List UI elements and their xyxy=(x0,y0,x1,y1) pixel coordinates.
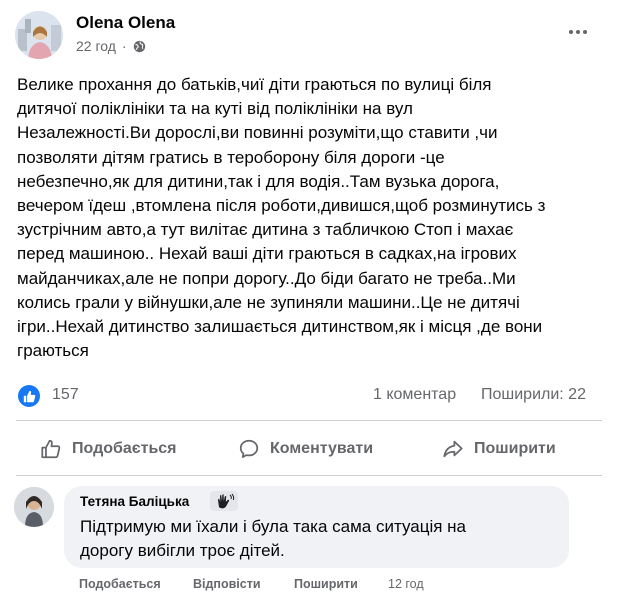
comment-author-name[interactable]: Тетяна Баліцька xyxy=(80,494,189,509)
post-text-line: майданчиках,але не попри дорогу..До біди… xyxy=(17,268,516,288)
post-text-line: Велике прохання до батьків,чиї діти граю… xyxy=(17,75,492,94)
share-button[interactable]: Поширити xyxy=(442,432,556,466)
comment-like-link[interactable]: Подобається xyxy=(79,577,161,591)
shares-count[interactable]: Поширили: 22 xyxy=(481,386,586,404)
more-options-button[interactable] xyxy=(562,22,594,42)
author-avatar[interactable] xyxy=(15,11,63,59)
post-text-line: ігри..Нехай дитинство залишається дитинс… xyxy=(17,317,543,337)
post-text-line: вечером їдеш ,втомлена після роботи,диви… xyxy=(17,196,546,216)
waving-hand-icon xyxy=(210,491,238,511)
commenter-avatar[interactable] xyxy=(14,487,54,527)
comment-text-line: Підтримую ми їхали і була така сама ситу… xyxy=(80,517,467,536)
more-dot xyxy=(583,30,587,34)
comment-text: Підтримую ми їхали і була така сама ситу… xyxy=(80,515,560,563)
comments-count[interactable]: 1 коментар xyxy=(373,386,456,404)
post-text-line: позволяти дітям гратись в тероборону біл… xyxy=(17,147,445,167)
more-dot xyxy=(576,30,580,34)
post-text-line: зустрічним авто,а тут вилітає дитина з т… xyxy=(17,220,514,240)
share-button-label: Поширити xyxy=(474,440,556,457)
post-text-line: граються xyxy=(17,341,89,361)
divider xyxy=(16,475,602,476)
post-text-line: колись грали у війнушки,але не зупиняли … xyxy=(17,292,520,312)
post-text-line: Незалежності.Ви дорослі,ви повинні розум… xyxy=(17,123,498,143)
post-text: Велике прохання до батьків,чиї діти граю… xyxy=(17,73,607,363)
avatar-photo xyxy=(15,11,63,59)
post-text-line: перед машиною.. Нехай ваші діти граються… xyxy=(17,244,517,264)
post-author-name[interactable]: Olena Olena xyxy=(76,13,175,33)
comment-button-label: Коментувати xyxy=(270,440,374,457)
comment-button[interactable]: Коментувати xyxy=(238,432,373,466)
like-button-label: Подобається xyxy=(72,440,177,457)
post-timestamp[interactable]: 22 год xyxy=(76,38,116,54)
waving-hand-glyph xyxy=(210,491,238,511)
like-button[interactable]: Подобається xyxy=(40,432,177,466)
share-arrow-icon xyxy=(443,440,463,458)
comment-text-line: дорогу вибігли троє дітей. xyxy=(80,541,285,560)
reaction-count[interactable]: 157 xyxy=(52,386,79,404)
like-reaction-icon[interactable] xyxy=(18,385,40,407)
commenter-photo xyxy=(14,487,54,527)
dot-separator: · xyxy=(121,38,127,54)
divider xyxy=(16,420,602,421)
speech-bubble-icon xyxy=(239,439,259,458)
more-dot xyxy=(569,30,573,34)
post-text-line: дитячої поліклініки та на куті від полік… xyxy=(17,99,413,119)
thumbs-up-icon xyxy=(23,390,35,402)
comment-share-link[interactable]: Поширити xyxy=(294,577,358,591)
thumbs-up-icon xyxy=(41,439,61,459)
globe-icon xyxy=(133,40,145,52)
comment-reply-link[interactable]: Відповісти xyxy=(193,577,261,591)
post-meta: 22 год · xyxy=(76,38,146,54)
comment-timestamp[interactable]: 12 год xyxy=(388,577,424,591)
post-text-line: небезпечно,як для дитини,так і для водія… xyxy=(17,171,500,191)
